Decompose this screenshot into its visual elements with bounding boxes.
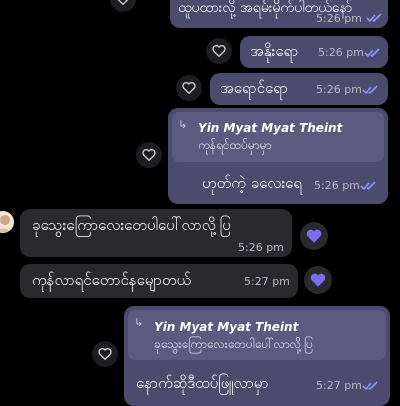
reply-author: Yin Myat Myat Theint: [198, 121, 343, 135]
message-bubble-incoming[interactable]: ကုန်လာရင်တောင်နမျောတယ် 5:27 pm: [20, 264, 298, 298]
reply-text: ခုသွေးကြောလေးတေပါပေါ်လာလို့ပြ: [154, 337, 313, 351]
reply-arrow-icon: ↳: [178, 118, 188, 131]
purple-heart-icon: [306, 229, 322, 243]
react-heart-button[interactable]: [110, 0, 136, 12]
reply-text: ကုန်ရင်ထပ်မှာမှာ: [198, 138, 272, 152]
purple-heart-icon: [310, 273, 326, 287]
reaction-badge[interactable]: [300, 222, 328, 250]
message-time: 5:26 pm: [318, 46, 364, 59]
message-text: ကုန်လာရင်တောင်နမျောတယ်: [32, 271, 192, 289]
message-bubble-outgoing[interactable]: ↳ Yin Myat Myat Theint ကုန်ရင်ထပ်မှာမှာ …: [168, 108, 388, 204]
avatar[interactable]: [0, 211, 14, 233]
reaction-badge[interactable]: [304, 266, 332, 294]
double-check-icon: [366, 13, 382, 23]
double-check-icon: [362, 381, 378, 391]
message-time: 5:27 pm: [316, 379, 362, 392]
reply-quote[interactable]: ↳ Yin Myat Myat Theint ခုသွေးကြောလေးတေပါ…: [128, 310, 386, 360]
message-text: ဟုတ်ကဲ့ ခလေးရေ: [202, 174, 302, 192]
message-time: 5:26 pm: [238, 241, 284, 254]
message-bubble-outgoing[interactable]: ထူပထားလို့ အရမ်းမိုက်ပါတယ်နော် 5:26 pm: [170, 0, 388, 28]
reply-author: Yin Myat Myat Theint: [154, 320, 299, 334]
heart-outline-icon: [98, 348, 112, 361]
message-text: ခုသွေးကြောလေးတေပါပေါ်လာလို့ပြ: [32, 216, 231, 234]
message-time: 5:26 pm: [316, 83, 362, 96]
message-bubble-outgoing[interactable]: အနိုးရော 5:26 pm: [240, 36, 388, 68]
reply-quote[interactable]: ↳ Yin Myat Myat Theint ကုန်ရင်ထပ်မှာမှာ: [172, 112, 384, 162]
react-heart-button[interactable]: [206, 38, 232, 64]
react-heart-button[interactable]: [176, 75, 202, 101]
heart-outline-icon: [142, 149, 156, 162]
message-text: အနိုးရော: [250, 42, 299, 60]
double-check-icon: [362, 85, 378, 95]
message-time: 5:26 pm: [314, 179, 360, 192]
message-bubble-outgoing[interactable]: အရောင်ရော 5:26 pm: [210, 73, 388, 105]
double-check-icon: [360, 181, 376, 191]
message-time: 5:26 pm: [316, 12, 362, 25]
double-check-icon: [364, 48, 380, 58]
react-heart-button[interactable]: [92, 341, 118, 367]
message-text: အရောင်ရော: [220, 79, 288, 97]
message-time: 5:27 pm: [244, 275, 290, 288]
react-heart-button[interactable]: [136, 142, 162, 168]
heart-outline-icon: [117, 0, 129, 6]
heart-outline-icon: [212, 45, 226, 58]
reply-arrow-icon: ↳: [134, 316, 144, 329]
heart-outline-icon: [182, 82, 196, 95]
message-bubble-outgoing[interactable]: ↳ Yin Myat Myat Theint ခုသွေးကြောလေးတေပါ…: [124, 306, 390, 406]
message-bubble-incoming[interactable]: ခုသွေးကြောလေးတေပါပေါ်လာလို့ပြ 5:26 pm: [20, 209, 292, 257]
avatar-image: [0, 211, 14, 233]
message-text: နောက်ဆိုဒီထပ်ဖြူလာမှာ: [136, 374, 269, 392]
